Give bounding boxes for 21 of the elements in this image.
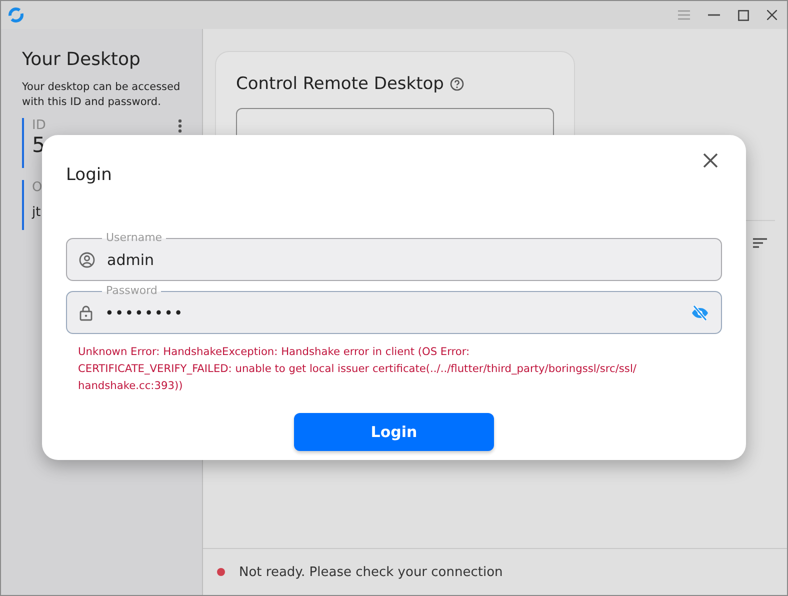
login-button[interactable]: Login — [294, 413, 494, 451]
dialog-title: Login — [66, 165, 112, 185]
sidebar-description: Your desktop can be accessed with this ID and password. — [22, 80, 182, 110]
user-icon — [79, 252, 95, 268]
sidebar-title: Your Desktop — [22, 49, 142, 70]
sort-icon[interactable] — [753, 238, 767, 248]
more-icon[interactable] — [178, 118, 182, 132]
status-text: Not ready. Please check your connection — [239, 564, 503, 580]
password-value: jt — [32, 205, 42, 220]
eye-slash-icon[interactable] — [691, 304, 709, 320]
card-title: Control Remote Desktop — [236, 74, 444, 94]
close-icon[interactable] — [767, 10, 777, 20]
password-label: O — [32, 180, 44, 195]
close-icon[interactable] — [703, 153, 718, 168]
lock-icon — [79, 304, 93, 320]
maximize-icon[interactable] — [738, 10, 749, 20]
app-logo-icon — [7, 6, 25, 24]
error-message: Unknown Error: HandshakeException: Handshake error in client (OS Error: CERTIFICATE_VERIFY_FAILED: unable to get local issuer certificate(../../flutter/third_party/boringssl/src/ssl/ handshake.cc:393)) — [77, 345, 638, 394]
status-dot — [217, 568, 225, 576]
id-label: ID — [32, 118, 46, 133]
help-icon[interactable] — [450, 77, 464, 91]
